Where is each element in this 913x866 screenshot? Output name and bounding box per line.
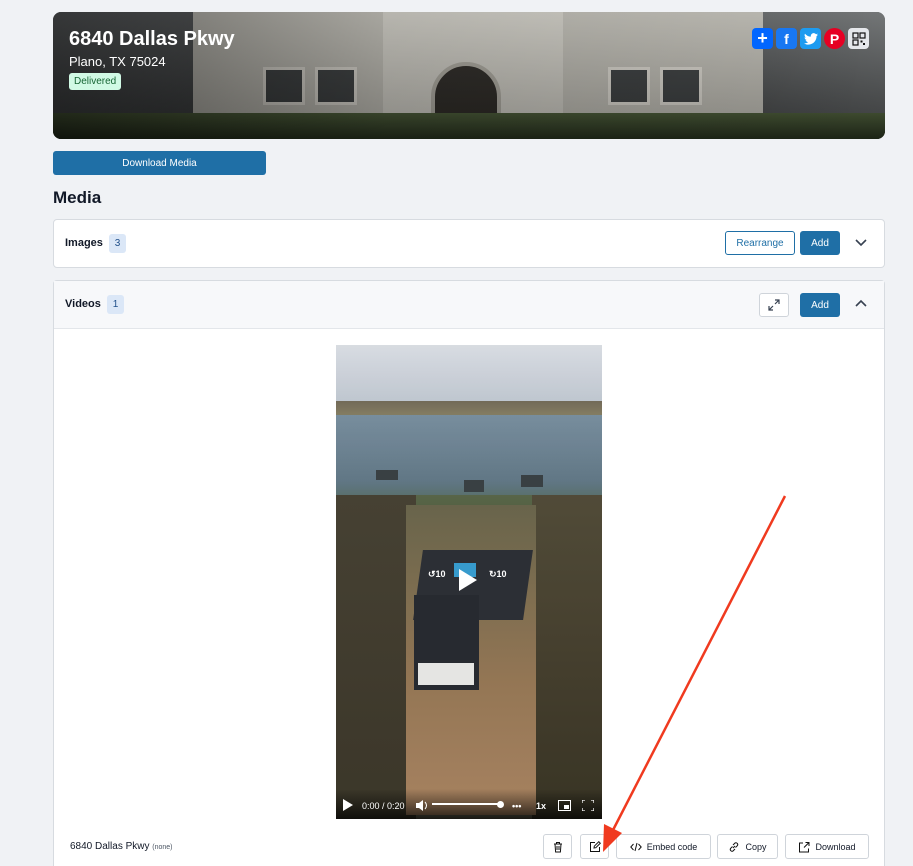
expand-button[interactable] bbox=[759, 293, 789, 317]
videos-panel-header[interactable]: Videos 1 Add bbox=[54, 281, 884, 329]
expand-icon bbox=[768, 299, 780, 311]
share-bar: + f P bbox=[752, 28, 869, 49]
skip-back-seconds: 10 bbox=[435, 569, 446, 579]
images-panel-header[interactable]: Images 3 Rearrange Add bbox=[54, 220, 884, 268]
add-video-button[interactable]: Add bbox=[800, 293, 840, 317]
rearrange-button[interactable]: Rearrange bbox=[725, 231, 795, 255]
facebook-icon[interactable]: f bbox=[776, 28, 797, 49]
play-control-icon[interactable] bbox=[343, 799, 353, 811]
video-file-name: 6840 Dallas Pkwy (none) bbox=[70, 841, 173, 852]
volume-icon[interactable] bbox=[416, 800, 428, 811]
videos-label: Videos bbox=[65, 298, 101, 310]
picture-in-picture-icon[interactable] bbox=[558, 800, 571, 811]
images-count-badge: 3 bbox=[109, 234, 126, 253]
skip-forward-icon[interactable]: ↻10 bbox=[489, 569, 507, 580]
qr-code-icon[interactable] bbox=[848, 28, 869, 49]
videos-count-badge: 1 bbox=[107, 295, 124, 314]
play-icon[interactable] bbox=[459, 569, 477, 591]
fullscreen-icon[interactable] bbox=[582, 800, 594, 811]
images-label: Images bbox=[65, 237, 103, 249]
playback-speed[interactable]: 1x bbox=[536, 801, 546, 811]
volume-slider[interactable] bbox=[432, 803, 500, 805]
copy-label: Copy bbox=[745, 841, 767, 852]
embed-code-label: Embed code bbox=[646, 841, 698, 852]
copy-link-button[interactable]: Copy bbox=[717, 834, 778, 859]
chevron-down-icon[interactable] bbox=[854, 234, 868, 250]
trash-icon bbox=[553, 841, 562, 852]
code-icon bbox=[629, 842, 642, 851]
media-heading: Media bbox=[53, 188, 102, 207]
videos-panel: Videos 1 Add ↺10 ↻10 0:00 / 0:20 ••• 1x … bbox=[53, 280, 885, 866]
listing-city: Plano, TX 75024 bbox=[69, 54, 166, 69]
share-plus-icon[interactable]: + bbox=[752, 28, 773, 49]
video-name: 6840 Dallas Pkwy bbox=[70, 841, 150, 852]
video-controls: 0:00 / 0:20 ••• 1x bbox=[336, 789, 602, 819]
embed-code-button[interactable]: Embed code bbox=[616, 834, 711, 859]
download-video-button[interactable]: Download bbox=[785, 834, 869, 859]
listing-address: 6840 Dallas Pkwy bbox=[69, 28, 235, 50]
video-time: 0:00 / 0:20 bbox=[362, 801, 405, 811]
download-label: Download bbox=[815, 841, 856, 852]
share-export-icon bbox=[799, 841, 810, 852]
delete-button[interactable] bbox=[543, 834, 572, 859]
edit-icon bbox=[589, 840, 601, 852]
edit-button[interactable] bbox=[580, 834, 609, 859]
volume-slider-thumb[interactable] bbox=[497, 801, 504, 808]
pinterest-icon[interactable]: P bbox=[824, 28, 845, 49]
link-icon bbox=[730, 841, 739, 852]
listing-hero: 6840 Dallas Pkwy Plano, TX 75024 Deliver… bbox=[53, 12, 885, 139]
chevron-up-icon[interactable] bbox=[854, 295, 868, 311]
more-options-icon[interactable]: ••• bbox=[512, 801, 521, 811]
images-panel: Images 3 Rearrange Add bbox=[53, 219, 885, 268]
video-player[interactable]: ↺10 ↻10 0:00 / 0:20 ••• 1x bbox=[336, 345, 602, 819]
add-image-button[interactable]: Add bbox=[800, 231, 840, 255]
skip-back-icon[interactable]: ↺10 bbox=[428, 569, 446, 580]
twitter-icon[interactable] bbox=[800, 28, 821, 49]
video-note: (none) bbox=[152, 844, 173, 851]
skip-forward-seconds: 10 bbox=[496, 569, 507, 579]
download-media-button[interactable]: Download Media bbox=[53, 151, 266, 175]
status-badge: Delivered bbox=[69, 73, 122, 90]
